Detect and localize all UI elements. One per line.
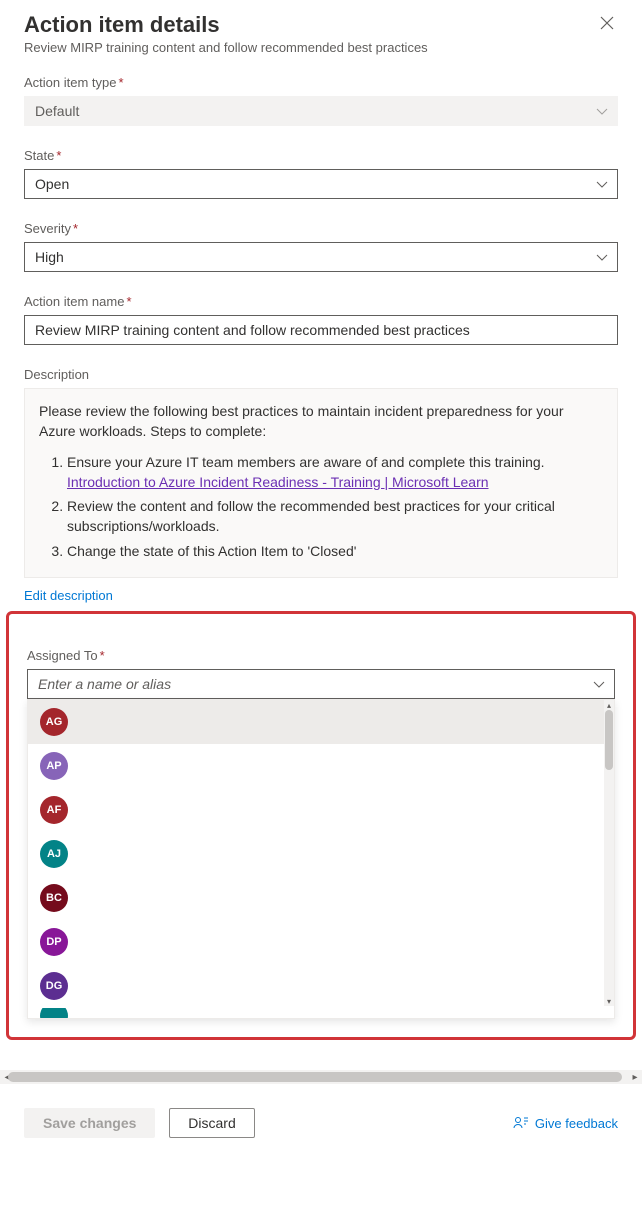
person-option[interactable]: DG [28,964,614,1008]
feedback-link[interactable]: Give feedback [513,1115,618,1131]
horizontal-scrollbar[interactable]: ◂ ▸ [0,1070,642,1084]
avatar: DP [40,928,68,956]
description-step-1: Ensure your Azure IT team members are aw… [67,452,603,493]
assigned-to-input[interactable]: Enter a name or alias [27,669,615,699]
avatar: DG [40,972,68,1000]
description-box: Please review the following best practic… [24,388,618,578]
type-label: Action item type* [24,75,618,90]
training-link[interactable]: Introduction to Azure Incident Readiness… [67,474,489,490]
person-option[interactable] [28,1008,614,1019]
edit-description-link[interactable]: Edit description [24,588,113,603]
person-option[interactable]: BC [28,876,614,920]
close-button[interactable] [596,12,618,36]
scrollbar-thumb[interactable] [605,710,613,770]
avatar: AG [40,708,68,736]
close-icon [600,16,614,30]
avatar: AJ [40,840,68,868]
person-option[interactable]: DP [28,920,614,964]
vertical-scrollbar[interactable]: ▴ ▾ [604,700,614,1006]
severity-label: Severity* [24,221,618,236]
scroll-right-arrow[interactable]: ▸ [628,1070,642,1084]
scrollbar-thumb[interactable] [8,1072,622,1082]
assigned-to-dropdown[interactable]: AG AP AF AJ BC DP DG ▴ ▾ [27,699,615,1019]
description-label: Description [24,367,618,382]
assigned-to-highlight: Assigned To* Enter a name or alias AGAPA… [6,611,636,1040]
person-option[interactable]: AF [28,788,614,832]
name-label: Action item name* [24,294,618,309]
avatar: BC [40,884,68,912]
type-select: Default [24,96,618,126]
save-button[interactable]: Save changes [24,1108,155,1138]
description-step-2: Review the content and follow the recomm… [67,496,603,537]
avatar [40,1008,68,1019]
name-input[interactable] [24,315,618,345]
avatar: AF [40,796,68,824]
description-intro: Please review the following best practic… [39,403,564,439]
scroll-down-arrow[interactable]: ▾ [604,996,614,1006]
description-step-3: Change the state of this Action Item to … [67,541,603,561]
severity-select[interactable]: High [24,242,618,272]
person-option[interactable]: AJ [28,832,614,876]
discard-button[interactable]: Discard [169,1108,254,1138]
person-option[interactable]: AP [28,744,614,788]
feedback-icon [513,1115,529,1131]
panel-subtitle: Review MIRP training content and follow … [24,40,428,55]
state-label: State* [24,148,618,163]
assigned-to-label: Assigned To* [27,648,615,663]
person-option[interactable]: AG [28,700,614,744]
avatar: AP [40,752,68,780]
scroll-up-arrow[interactable]: ▴ [604,700,614,710]
state-select[interactable]: Open [24,169,618,199]
panel-title: Action item details [24,12,428,38]
